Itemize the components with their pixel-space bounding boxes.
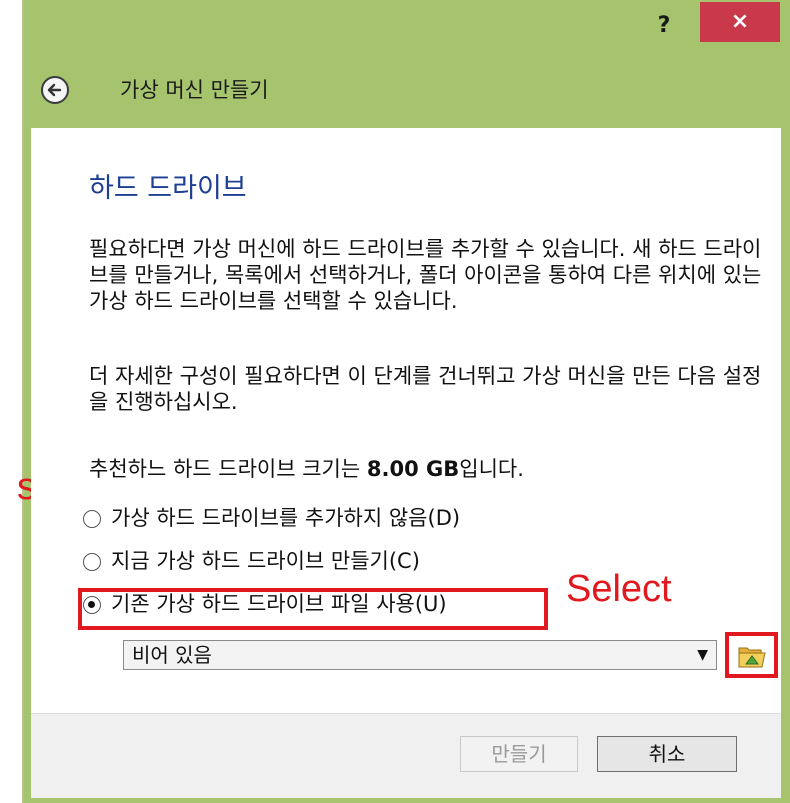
cancel-button[interactable]: 취소 [597, 736, 737, 772]
close-button[interactable]: × [700, 2, 780, 42]
wizard-title: 가상 머신 만들기 [120, 78, 269, 102]
annotation-side-label: se [17, 466, 31, 508]
recommend-suffix: 입니다. [459, 457, 524, 481]
radio-circle[interactable] [83, 553, 101, 571]
dialog-bottom-edge [24, 798, 790, 803]
radio-circle[interactable] [83, 510, 101, 528]
advice-paragraph: 더 자세한 구성이 필요하다면 이 단계를 건너뛰고 가상 머신을 만든 다음 … [89, 364, 762, 414]
annotation-highlight-folder [725, 632, 778, 678]
wizard-content: 하드 드라이브 필요하다면 가상 머신에 하드 드라이브를 추가할 수 있습니다… [31, 128, 781, 713]
recommend-prefix: 추천하느 하드 드라이브 크기는 [89, 457, 367, 481]
back-button[interactable] [41, 76, 69, 104]
dropdown-arrow-icon[interactable]: ▼ [697, 641, 708, 669]
wizard-footer: 만들기 취소 [31, 713, 781, 799]
folder-open-icon[interactable] [738, 644, 766, 668]
combobox-value: 비어 있음 [132, 643, 212, 667]
recommended-size: 8.00 GB [366, 457, 460, 481]
radio-label: 지금 가상 하드 드라이브 만들기(C) [111, 549, 420, 573]
annotation-select-label: Select [566, 568, 672, 610]
create-button[interactable]: 만들기 [460, 736, 578, 772]
create-vm-dialog: ? × 가상 머신 만들기 하드 드라이브 필요하다면 가상 머신에 하드 드라… [17, 0, 790, 803]
radio-no-disk[interactable]: 가상 하드 드라이브를 추가하지 않음(D) [83, 503, 460, 533]
annotation-highlight-option [78, 588, 548, 630]
help-button[interactable]: ? [639, 10, 689, 42]
disk-file-combobox[interactable]: 비어 있음 ▼ [123, 640, 717, 670]
page-title: 하드 드라이브 [89, 173, 247, 204]
radio-create-disk[interactable]: 지금 가상 하드 드라이브 만들기(C) [83, 546, 420, 576]
description-paragraph: 필요하다면 가상 머신에 하드 드라이브를 추가할 수 있습니다. 새 하드 드… [89, 237, 762, 313]
radio-label: 가상 하드 드라이브를 추가하지 않음(D) [111, 506, 461, 530]
back-arrow-icon [47, 83, 62, 97]
recommendation-text: 추천하느 하드 드라이브 크기는 8.00 GB입니다. [89, 456, 769, 482]
